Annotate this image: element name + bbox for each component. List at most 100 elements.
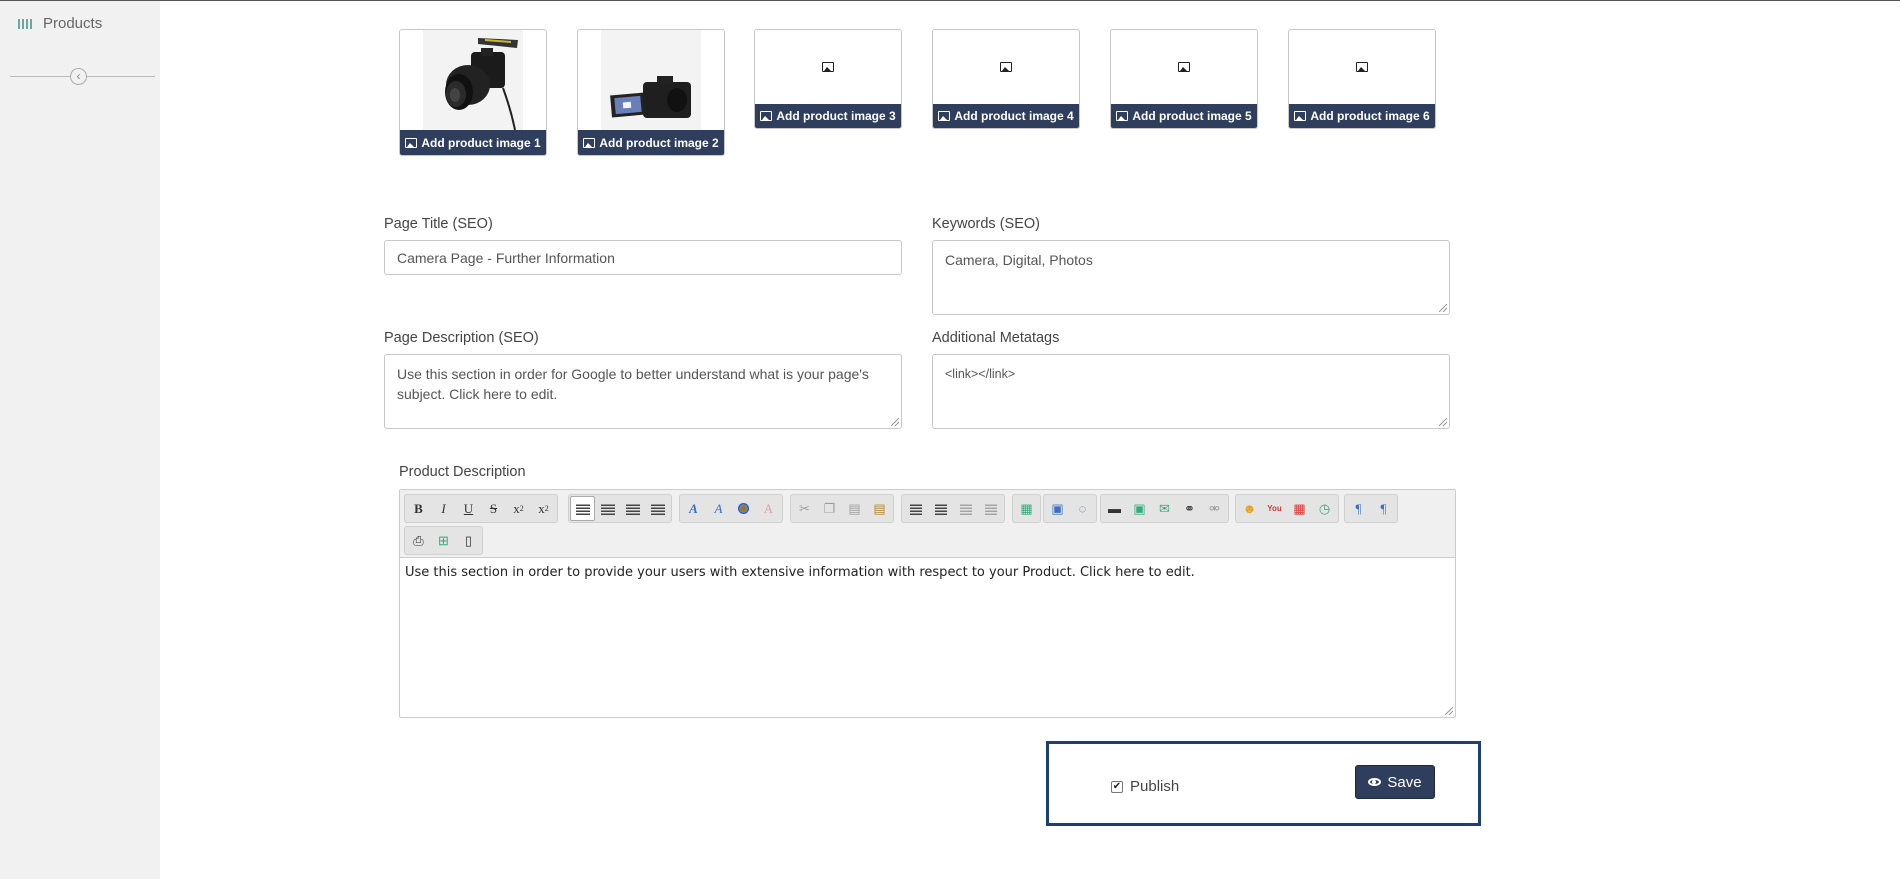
page-title-label: Page Title (SEO) [384, 216, 493, 232]
add-image-label: Add product image 4 [954, 109, 1074, 123]
image-icon [1178, 62, 1190, 72]
resize-handle-icon[interactable] [1439, 418, 1447, 426]
comment-icon[interactable]: ◌ [1070, 496, 1095, 521]
add-image-button-3[interactable]: Add product image 3 [755, 104, 901, 128]
save-button[interactable]: Save [1355, 765, 1435, 799]
image-icon [822, 62, 834, 72]
source-icon[interactable]: ▯ [456, 528, 481, 553]
rich-text-editor: B I U S x2 x2 A A A ✂ ❐ ▤ ▤ ▦ ▣ ◌ ▬ ▣ ✉ … [399, 489, 1456, 718]
select-all-icon[interactable]: ⊞ [431, 528, 456, 553]
unlink-icon[interactable]: ⚮ [1202, 496, 1227, 521]
font-size-icon[interactable]: A [706, 496, 731, 521]
text-color-icon[interactable] [731, 496, 756, 521]
horizontal-rule-icon[interactable]: ▬ [1102, 496, 1127, 521]
subscript-icon[interactable]: x2 [506, 496, 531, 521]
strikethrough-icon[interactable]: S [481, 496, 506, 521]
numbered-list-icon[interactable] [928, 496, 953, 521]
product-image-tile-4[interactable]: Add product image 4 [932, 29, 1080, 129]
clipboard-group: ✂ ❐ ▤ ▤ [790, 494, 894, 523]
chevron-left-icon[interactable]: ‹ [70, 68, 87, 85]
image-placeholder [755, 30, 901, 104]
publish-label: Publish [1130, 778, 1180, 795]
product-image-tile-2[interactable]: Add product image 2 [577, 29, 725, 156]
save-label: Save [1387, 773, 1422, 791]
publish-toggle[interactable]: ✔ Publish [1111, 778, 1179, 795]
product-image-tile-3[interactable]: Add product image 3 [754, 29, 902, 129]
camera-photo-image [601, 30, 701, 130]
insert-group: ▬ ▣ ✉ ⚭ ⚮ [1100, 494, 1229, 523]
keywords-label: Keywords (SEO) [932, 216, 1040, 232]
sidebar-item-products[interactable]: Products [18, 15, 102, 32]
keywords-textarea[interactable]: Camera, Digital, Photos [932, 240, 1450, 315]
emoticon-icon[interactable]: ☻ [1237, 496, 1262, 521]
product-description-label: Product Description [399, 464, 526, 480]
paste-icon[interactable]: ▤ [842, 496, 867, 521]
product-image-tile-1[interactable]: Add product image 1 [399, 29, 547, 156]
direction-group: ¶ ¶ [1344, 494, 1398, 523]
image-icon [760, 111, 773, 121]
publish-checkbox[interactable]: ✔ [1111, 780, 1123, 793]
add-image-button-6[interactable]: Add product image 6 [1289, 104, 1435, 128]
superscript-icon[interactable]: x2 [531, 496, 556, 521]
add-image-button-4[interactable]: Add product image 4 [933, 104, 1079, 128]
metatags-textarea[interactable]: <link></link> [932, 354, 1450, 429]
bold-icon[interactable]: B [406, 496, 431, 521]
link-icon[interactable]: ⚭ [1177, 496, 1202, 521]
email-icon[interactable]: ✉ [1152, 496, 1177, 521]
italic-icon[interactable]: I [431, 496, 456, 521]
clock-icon[interactable]: ◷ [1312, 496, 1337, 521]
product-image-tile-6[interactable]: Add product image 6 [1288, 29, 1436, 129]
youtube-icon[interactable]: You [1262, 496, 1287, 521]
print-icon[interactable]: ⎙ [406, 528, 431, 553]
outdent-icon[interactable] [953, 496, 978, 521]
format-group: B I U S x2 x2 [404, 494, 558, 523]
bullet-list-icon[interactable] [903, 496, 928, 521]
font-style-icon[interactable]: A [681, 496, 706, 521]
cut-icon[interactable]: ✂ [792, 496, 817, 521]
align-right-icon[interactable] [620, 496, 645, 521]
page-description-label: Page Description (SEO) [384, 330, 539, 346]
image-icon [1116, 111, 1129, 121]
align-left-icon[interactable] [570, 496, 595, 521]
resize-handle-icon[interactable] [891, 418, 899, 426]
add-image-label: Add product image 3 [776, 109, 896, 123]
product-image-tile-5[interactable]: Add product image 5 [1110, 29, 1258, 129]
table-group: ▦ [1012, 494, 1041, 523]
product-photo-2 [578, 30, 724, 130]
image-placeholder [1111, 30, 1257, 104]
add-image-button-5[interactable]: Add product image 5 [1111, 104, 1257, 128]
align-center-icon[interactable] [595, 496, 620, 521]
clear-format-icon[interactable]: A [756, 496, 781, 521]
add-image-button-1[interactable]: Add product image 1 [400, 130, 546, 155]
image-icon [1294, 111, 1307, 121]
resize-handle-icon[interactable] [1445, 707, 1453, 715]
insert-image-icon[interactable]: ▣ [1127, 496, 1152, 521]
add-image-label: Add product image 5 [1132, 109, 1252, 123]
add-image-button-2[interactable]: Add product image 2 [578, 130, 724, 155]
rtl-icon[interactable]: ¶ [1371, 496, 1396, 521]
image-icon [1000, 62, 1012, 72]
align-justify-icon[interactable] [645, 496, 670, 521]
copy-icon[interactable]: ❐ [817, 496, 842, 521]
underline-icon[interactable]: U [456, 496, 481, 521]
add-image-label: Add product image 6 [1310, 109, 1430, 123]
media-group-2: ☻ You ▦ ◷ [1235, 494, 1339, 523]
table-icon[interactable]: ▦ [1014, 496, 1039, 521]
flash-icon[interactable]: ▣ [1045, 496, 1070, 521]
style-group: A A A [679, 494, 783, 523]
page-description-textarea[interactable]: Use this section in order for Google to … [384, 354, 902, 429]
editor-content[interactable]: Use this section in order to provide you… [400, 558, 1455, 587]
sidebar-item-label: Products [43, 15, 103, 32]
resize-handle-icon[interactable] [1439, 304, 1447, 312]
page-description-value: Use this section in order for Google to … [397, 366, 869, 402]
paste-text-icon[interactable]: ▤ [867, 496, 892, 521]
editor-toolbar: B I U S x2 x2 A A A ✂ ❐ ▤ ▤ ▦ ▣ ◌ ▬ ▣ ✉ … [400, 490, 1455, 558]
calendar-icon[interactable]: ▦ [1287, 496, 1312, 521]
image-placeholder [1289, 30, 1435, 104]
top-border [0, 0, 1900, 1]
image-icon [938, 111, 951, 121]
page-title-input[interactable]: Camera Page - Further Information [384, 240, 902, 275]
publish-panel: ✔ Publish Save [1046, 741, 1481, 826]
ltr-icon[interactable]: ¶ [1346, 496, 1371, 521]
indent-icon[interactable] [978, 496, 1003, 521]
